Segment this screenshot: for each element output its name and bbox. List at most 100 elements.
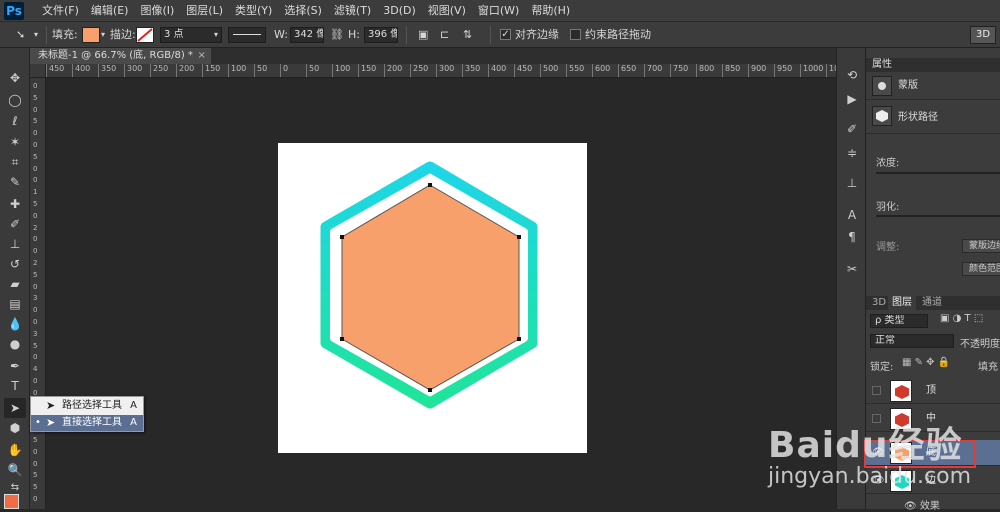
layer-name: 边: [926, 475, 936, 486]
horizontal-ruler[interactable]: 450 400 350 300 250 200 150 100 50 0 50 100 150 200 25…: [46, 64, 836, 78]
crop-tool-icon[interactable]: ⌗: [4, 152, 26, 172]
blend-mode-select[interactable]: 正常: [870, 334, 954, 348]
tab-layers[interactable]: 图层: [888, 296, 916, 310]
hand-tool-icon[interactable]: ✋: [4, 440, 26, 460]
tab-channels[interactable]: 通道: [918, 296, 946, 310]
3d-mode-button[interactable]: 3D: [970, 26, 996, 44]
anchor-point[interactable]: [340, 235, 344, 239]
annotation-highlight-box: [864, 440, 976, 468]
menu-select[interactable]: 选择(S): [278, 0, 328, 22]
magic-wand-tool-icon[interactable]: ✶: [4, 132, 26, 152]
ruler-origin[interactable]: [30, 64, 46, 78]
zoom-tool-icon[interactable]: 🔍: [4, 460, 26, 480]
eyedropper-tool-icon[interactable]: ✎: [4, 172, 26, 192]
actions-panel-icon[interactable]: ▶: [843, 90, 861, 108]
density-slider[interactable]: [876, 172, 1000, 174]
shape-path-row[interactable]: 形状路径: [866, 102, 1000, 134]
document-tab[interactable]: 未标题-1 @ 66.7% (底, RGB/8) * ×: [30, 48, 211, 64]
menu-edit[interactable]: 编辑(E): [85, 0, 135, 22]
feather-label: 羽化:: [876, 202, 900, 213]
menu-image[interactable]: 图像(I): [134, 0, 180, 22]
visibility-toggle[interactable]: [872, 414, 881, 423]
layer-row[interactable]: 顶: [866, 378, 1000, 404]
paragraph-panel-icon[interactable]: ¶: [843, 228, 861, 246]
menu-file[interactable]: 文件(F): [36, 0, 85, 22]
ruler-tick-label: 0: [33, 459, 38, 468]
menu-type[interactable]: 类型(Y): [229, 0, 278, 22]
anchor-point[interactable]: [517, 235, 521, 239]
ruler-tick-label: 5: [33, 152, 38, 161]
mask-edge-button[interactable]: 蒙版边缘: [962, 239, 1000, 253]
menu-view[interactable]: 视图(V): [422, 0, 472, 22]
effects-label[interactable]: 👁 效果: [904, 497, 940, 512]
elliptical-marquee-tool-icon[interactable]: ◯: [4, 90, 26, 110]
close-icon[interactable]: ×: [198, 48, 206, 64]
anchor-point[interactable]: [340, 337, 344, 341]
fill-color-swatch[interactable]: [82, 27, 100, 43]
history-brush-tool-icon[interactable]: ↺: [4, 254, 26, 274]
path-arrangement-icon[interactable]: ⇅: [463, 22, 472, 48]
mask-row[interactable]: 蒙版: [866, 72, 1000, 100]
layer-row[interactable]: 中: [866, 406, 1000, 432]
move-tool-icon[interactable]: ✥: [4, 68, 26, 88]
spot-healing-tool-icon[interactable]: ✚: [4, 194, 26, 214]
align-edges-checkbox[interactable]: ✓: [500, 29, 511, 40]
type-tool-icon[interactable]: T: [4, 376, 26, 396]
layer-kind-filter[interactable]: ρ 类型: [870, 314, 928, 328]
tool-presets-icon[interactable]: ✂: [843, 260, 861, 278]
constrain-path-checkbox[interactable]: [570, 29, 581, 40]
path-alignment-icon[interactable]: ⊏: [440, 22, 449, 48]
preset-chevron-down-icon[interactable]: ▾: [34, 22, 38, 48]
direct-selection-tool-icon[interactable]: ➤: [4, 398, 26, 418]
clone-source-icon[interactable]: ⊥: [843, 174, 861, 192]
blur-tool-icon[interactable]: 💧: [4, 314, 26, 334]
document-canvas[interactable]: [278, 143, 587, 453]
eraser-tool-icon[interactable]: ▰: [4, 274, 26, 294]
anchor-point[interactable]: [428, 388, 432, 392]
layer-row[interactable]: 👁 边: [866, 468, 1000, 494]
lasso-tool-icon[interactable]: ℓ: [4, 111, 26, 131]
menu-filter[interactable]: 滤镜(T): [328, 0, 377, 22]
fill-chevron-down-icon[interactable]: ▾: [101, 22, 105, 48]
stroke-width-chevron-down-icon[interactable]: ▾: [214, 22, 218, 48]
color-range-button[interactable]: 颜色范围: [962, 262, 1000, 276]
link-dimensions-icon[interactable]: ⛓: [330, 22, 344, 48]
visibility-toggle[interactable]: [872, 386, 881, 395]
anchor-point[interactable]: [517, 337, 521, 341]
layer-thumbnail: [890, 408, 912, 430]
tab-3d[interactable]: 3D: [868, 296, 890, 310]
menu-help[interactable]: 帮助(H): [525, 0, 576, 22]
path-selection-tool-item[interactable]: ➤ 路径选择工具 A: [31, 398, 143, 414]
stroke-width-field[interactable]: 3 点: [160, 27, 222, 43]
menu-window[interactable]: 窗口(W): [472, 0, 525, 22]
shape-tool-icon[interactable]: ⬢: [4, 418, 26, 438]
vertical-ruler[interactable]: 050500500150200250300350400450500550: [30, 78, 46, 509]
adjustments-icon[interactable]: ≑: [843, 144, 861, 162]
anchor-point[interactable]: [428, 183, 432, 187]
align-edges-label: 对齐边缘: [515, 28, 559, 41]
pen-tool-icon[interactable]: ✒: [4, 356, 26, 376]
height-field[interactable]: 396 像: [364, 27, 398, 43]
lock-icons[interactable]: ▦ ✎ ✥ 🔒: [902, 357, 950, 368]
eye-icon[interactable]: 👁: [872, 476, 885, 486]
menu-layer[interactable]: 图层(L): [180, 0, 229, 22]
brush-presets-icon[interactable]: ✐: [843, 120, 861, 138]
dodge-tool-icon[interactable]: ●: [4, 334, 26, 354]
clone-stamp-tool-icon[interactable]: ⊥: [4, 234, 26, 254]
foreground-color-swatch[interactable]: [4, 494, 19, 509]
stroke-color-swatch[interactable]: [136, 27, 154, 43]
character-panel-icon[interactable]: A: [843, 206, 861, 224]
path-operations-icon[interactable]: ▣: [418, 22, 428, 48]
history-panel-icon[interactable]: ⟲: [843, 66, 861, 84]
gradient-tool-icon[interactable]: ▤: [4, 294, 26, 314]
stroke-type-dropdown[interactable]: [228, 27, 266, 43]
brush-tool-icon[interactable]: ✐: [4, 214, 26, 234]
filter-image-icon[interactable]: ▣ ◑ T ⬚: [940, 313, 983, 324]
ruler-tick-label: 5: [33, 436, 38, 444]
feather-slider[interactable]: [876, 215, 1000, 217]
stroke-gradient-icon: [137, 28, 153, 42]
tool-preset-icon[interactable]: ➘: [16, 22, 25, 48]
menu-3d[interactable]: 3D(D): [377, 0, 422, 22]
direct-selection-tool-item[interactable]: • ➤ 直接选择工具 A: [31, 415, 143, 431]
width-field[interactable]: 342 像: [290, 27, 324, 43]
